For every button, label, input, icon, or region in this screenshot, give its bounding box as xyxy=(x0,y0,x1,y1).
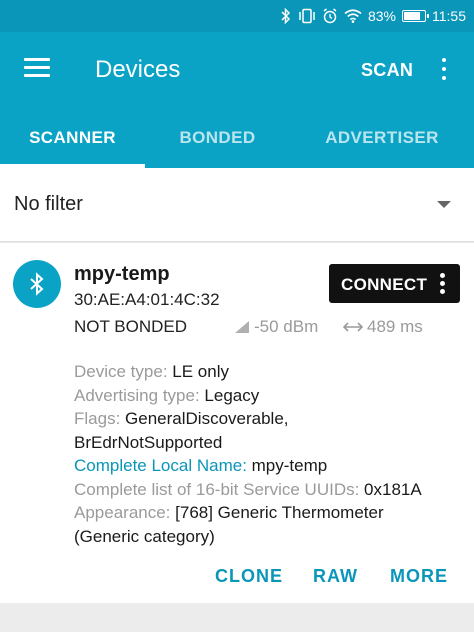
battery-level xyxy=(404,12,420,20)
filter-value: No filter xyxy=(14,193,83,215)
detail-device-type: Device type: LE only xyxy=(74,362,229,381)
page-title: Devices xyxy=(95,56,181,83)
alarm-icon xyxy=(322,8,338,24)
wifi-icon xyxy=(344,9,362,23)
clone-button[interactable]: CLONE xyxy=(215,566,283,587)
list-bottom xyxy=(0,603,474,632)
detail-flags-cont: BrEdrNotSupported xyxy=(74,432,223,452)
bond-state: NOT BONDED xyxy=(74,317,188,336)
battery-icon xyxy=(402,10,429,22)
clock: 11:55 xyxy=(432,8,466,24)
connect-label: CONNECT xyxy=(341,275,428,294)
card-actions: CLONE RAW MORE xyxy=(0,566,474,590)
detail-appearance: Appearance: [768] Generic Thermometer xyxy=(74,503,384,522)
dropdown-arrow-icon[interactable] xyxy=(437,201,451,208)
app-bar: Devices SCAN xyxy=(0,32,474,108)
bluetooth-device-icon xyxy=(13,260,61,308)
more-vert-icon[interactable] xyxy=(440,58,448,82)
tab-advertiser[interactable]: ADVERTISER xyxy=(290,108,474,168)
hamburger-menu-icon[interactable] xyxy=(24,58,50,78)
rssi-readout: -50 dBm xyxy=(234,317,318,337)
detail-advertising-type: Advertising type: Legacy xyxy=(74,385,260,405)
tab-scanner[interactable]: SCANNER xyxy=(0,108,145,168)
detail-local-name: Complete Local Name: mpy-temp xyxy=(74,456,328,475)
scan-button[interactable]: SCAN xyxy=(361,60,413,81)
device-card[interactable]: mpy-temp 30:AE:A4:01:4C:32 NOT BONDED -5… xyxy=(0,243,474,603)
interval-readout: 489 ms xyxy=(343,317,423,337)
filter-dropdown[interactable]: No filter xyxy=(0,168,474,242)
bluetooth-icon xyxy=(280,8,292,24)
tab-bonded[interactable]: BONDED xyxy=(145,108,290,168)
connect-button[interactable]: CONNECT xyxy=(329,264,460,303)
signal-strength-icon xyxy=(235,321,249,333)
interval-arrows-icon xyxy=(343,322,363,332)
connect-more-icon[interactable] xyxy=(440,273,446,295)
battery-percent: 83% xyxy=(367,8,396,24)
device-address: 30:AE:A4:01:4C:32 xyxy=(74,290,220,309)
status-icons: 83% 11:55 xyxy=(280,0,466,32)
raw-button[interactable]: RAW xyxy=(313,566,358,587)
device-name: mpy-temp xyxy=(74,263,170,285)
tab-bar: SCANNER BONDED ADVERTISER xyxy=(0,108,474,168)
vibrate-icon xyxy=(298,8,316,24)
status-bar: 83% 11:55 xyxy=(0,0,474,32)
detail-flags: Flags: GeneralDiscoverable, xyxy=(74,409,289,428)
more-button[interactable]: MORE xyxy=(390,566,448,587)
interval-value: 489 ms xyxy=(367,317,423,336)
detail-appearance-cont: (Generic category) xyxy=(74,526,215,546)
rssi-value: -50 dBm xyxy=(254,317,319,336)
advertising-details: Device type: LE only Advertising type: L… xyxy=(74,360,469,548)
detail-service-uuids: Complete list of 16-bit Service UUIDs: 0… xyxy=(74,479,422,499)
